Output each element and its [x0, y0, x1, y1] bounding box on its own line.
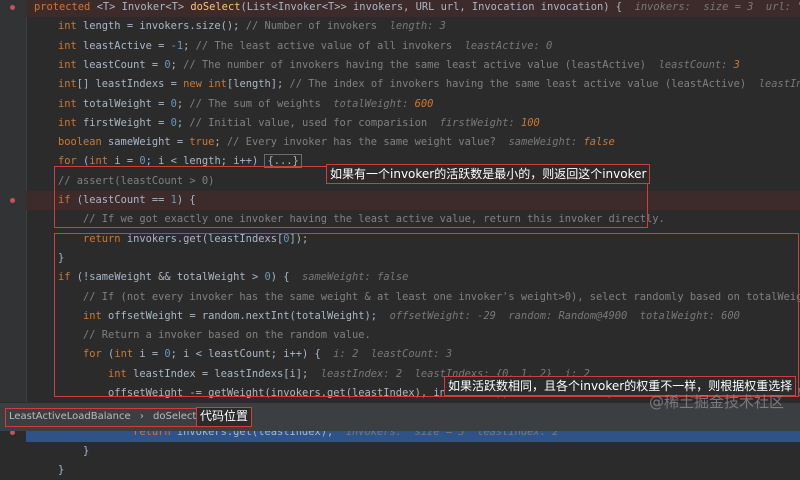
code-token: leastIndex — [758, 78, 800, 91]
code-token: int — [58, 58, 84, 71]
code-token: ; — [176, 97, 190, 110]
code-token: leastCount: — [658, 58, 734, 71]
code-token: // Initial value, used for comparision — [189, 116, 440, 129]
code-token: boolean — [58, 136, 109, 149]
code-token: int — [58, 116, 84, 129]
annotation-callout-single-invoker: 如果有一个invoker的活跃数是最小的，则返回这个invoker — [326, 164, 651, 184]
code-token: 600 — [414, 97, 434, 110]
code-line[interactable]: } — [26, 461, 800, 480]
code-position-label: 代码位置 — [196, 407, 253, 427]
code-line[interactable]: int[] leastIndexs = new int[length]; // … — [26, 75, 800, 94]
breakpoint-icon[interactable] — [10, 5, 15, 10]
code-token: length = invokers.size(); — [83, 20, 246, 33]
code-line[interactable]: int length = invokers.size(); // Number … — [26, 17, 800, 36]
code-token: length: 3 — [389, 20, 446, 33]
code-token: } — [58, 464, 65, 477]
code-token: int — [58, 20, 84, 33]
code-token: ; — [176, 116, 190, 129]
code-token: protected — [34, 1, 97, 13]
code-token: // The least active value of all invoker… — [195, 39, 465, 52]
code-token: 3 — [733, 58, 740, 71]
code-token: int — [58, 97, 84, 110]
code-token: firstWeight: — [439, 116, 521, 129]
code-token: int — [58, 39, 84, 52]
code-token: // The index of invokers having the same… — [289, 78, 759, 91]
breadcrumb: LeastActiveLoadBalance › doSelect() — [5, 408, 215, 427]
code-line[interactable]: protected <T> Invoker<T> doSelect(List<I… — [26, 0, 800, 18]
code-token: leastActive: 0 — [464, 39, 553, 52]
breadcrumb-separator: › — [139, 411, 144, 422]
code-token: 100 — [520, 116, 540, 129]
code-token: ; — [183, 39, 196, 52]
code-token: int — [58, 78, 77, 91]
code-token: leastCount = — [83, 58, 165, 71]
code-line[interactable]: boolean sameWeight = true; // Every invo… — [26, 133, 800, 152]
code-token: invokers: size = 3 url: "zoo — [634, 1, 800, 13]
breadcrumb-class[interactable]: LeastActiveLoadBalance — [9, 411, 131, 422]
code-token: sameWeight: — [508, 136, 584, 149]
code-token: false — [583, 136, 615, 149]
code-token: (List<Invoker<T>> invokers, URL url, Inv… — [240, 1, 635, 13]
annotation-box-weighted-select — [54, 233, 799, 397]
code-line[interactable]: int totalWeight = 0; // The sum of weigh… — [26, 95, 800, 114]
code-line[interactable]: int firstWeight = 0; // Initial value, u… — [26, 114, 800, 133]
code-line[interactable]: } — [26, 442, 800, 461]
code-token: firstWeight = — [83, 116, 171, 129]
code-token: // Every invoker has the same weight val… — [226, 136, 509, 149]
code-token: -1 — [170, 39, 184, 52]
code-token: true — [189, 136, 215, 149]
code-line[interactable]: int leastActive = -1; // The least activ… — [26, 37, 800, 56]
code-token: // The sum of weights — [189, 97, 334, 110]
code-token: // Number of invokers — [245, 20, 390, 33]
breakpoint-icon[interactable] — [10, 198, 15, 203]
watermark: @稀土掘金技术社区 — [648, 393, 784, 411]
code-editor[interactable]: protected <T> Invoker<T> doSelect(List<I… — [0, 0, 800, 476]
code-token: // The number of invokers having the sam… — [183, 58, 659, 71]
code-token: totalWeight = — [83, 97, 171, 110]
code-token: [] leastIndexs = — [76, 78, 184, 91]
code-token: sameWeight = — [108, 136, 190, 149]
code-token: new int — [183, 78, 227, 91]
code-token: leastActive = — [83, 39, 171, 52]
code-token: } — [58, 444, 90, 457]
code-token: doSelect — [190, 1, 241, 13]
code-token: [length]; — [226, 78, 290, 91]
code-token: ; — [170, 58, 184, 71]
code-token: <T> Invoker<T> — [96, 1, 191, 13]
code-token: totalWeight: — [333, 97, 415, 110]
code-line[interactable]: int leastCount = 0; // The number of inv… — [26, 56, 800, 75]
code-token: ; — [214, 136, 227, 149]
